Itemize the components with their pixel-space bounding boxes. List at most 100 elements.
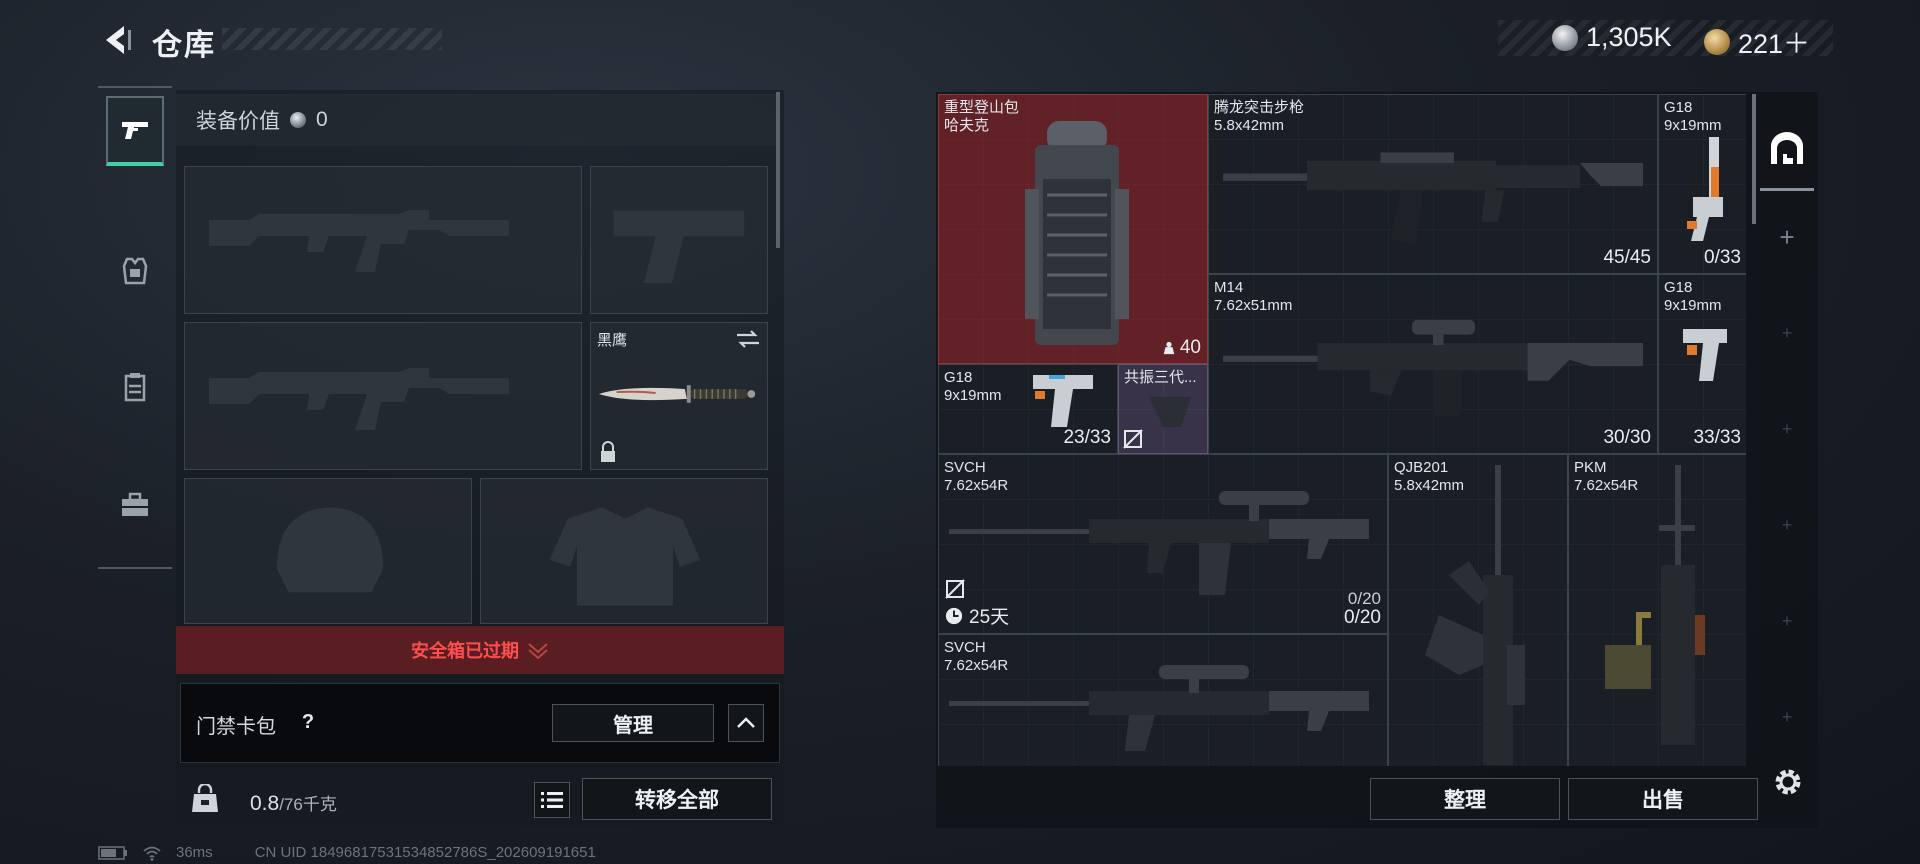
back-arrow-icon[interactable] [98,22,134,58]
item-count: 40 [1162,337,1201,359]
swap-icon[interactable] [735,329,761,349]
storage-tab-empty: + [1781,707,1793,727]
clock-icon [945,607,963,624]
silver-currency-value: 1,305K [1586,22,1672,52]
list-view-button[interactable] [534,782,570,818]
collapse-button[interactable] [728,704,764,742]
helmet-slot[interactable] [184,478,472,624]
item-count-value: 40 [1179,337,1201,358]
loadout-scrollbar[interactable] [776,92,780,248]
sniper-rifle-icon [949,491,1369,595]
item-count: 0/33 [1704,247,1741,268]
storage-item-g18[interactable]: G18 9x19mm 33/33 [1658,274,1746,454]
primary-weapon-slot-2[interactable] [184,322,582,470]
status-bar: 36ms CN UID 18496817531534852786S_202609… [98,844,596,861]
storage-item-svch[interactable]: SVCH 7.62x54R [938,634,1388,766]
gold-coin-icon [1704,28,1730,55]
storage-scrollbar[interactable] [1752,94,1756,224]
storage-item-g18[interactable]: G18 9x19mm 0/33 [1658,94,1746,274]
item-count: 33/33 [1693,427,1741,448]
body-armor-slot[interactable] [480,478,768,624]
primary-weapon-slot-1[interactable] [184,166,582,314]
chevron-down-icon [528,643,548,659]
rental-timer: 25天 [945,602,1009,629]
safebox-status: 安全箱已过期 [411,641,519,661]
nav-frame-top [98,86,172,88]
gear-icon[interactable] [1770,764,1806,800]
melee-slot[interactable]: 黑鹰 [590,322,768,470]
sniper-rifle-icon [949,665,1369,751]
sidearm-slot[interactable] [590,166,768,314]
item-name: 重型登山包 哈夫克 [944,99,1020,134]
manage-button[interactable]: 管理 [552,704,714,742]
item-count: 45/45 [1603,247,1651,268]
storage-tab-empty: + [1781,611,1793,631]
storage-item-backpack[interactable]: 重型登山包 哈夫克 40 [938,94,1208,364]
sort-button[interactable]: 整理 [1370,778,1560,820]
no-insure-icon [945,579,965,599]
uid-text: CN UID 18496817531534852786S_20260919165… [254,844,596,861]
title-decoration [222,28,442,50]
silver-coin-icon [1552,24,1578,51]
storage-item-qjb201[interactable]: QJB201 5.8x42mm [1388,454,1568,766]
storage-item-g18[interactable]: G18 9x19mm 23/33 [938,364,1118,454]
nav-frame-bottom [98,567,172,569]
melee-name: 黑鹰 [597,332,628,349]
backpack-weight-icon [192,784,218,812]
ping-value: 36ms [176,844,213,861]
ammo-capacity: 0/20 [1347,589,1381,608]
wifi-icon [143,846,161,861]
chevron-up-icon [737,717,755,728]
storage-tab-empty: + [1781,323,1793,343]
add-storage-tab-button[interactable]: + [1774,224,1800,250]
equipment-value: 0 [316,108,328,131]
storage-item-tenglong-rifle[interactable]: 腾龙突击步枪 5.8x42mm 45/45 [1208,94,1658,274]
item-name: G18 9x19mm [1664,99,1722,134]
storage-item-pkm[interactable]: PKM 7.62x54R [1568,454,1746,766]
item-name: G18 9x19mm [944,369,1002,404]
weight-icon [1163,341,1175,355]
rifle-silhouette-icon [209,368,509,430]
silver-currency[interactable]: 1,305K [1552,22,1672,53]
item-count: 23/33 [1063,427,1111,448]
knife-icon [598,385,756,403]
pistol-icon [1033,375,1093,427]
gold-currency[interactable]: 221＋ [1704,22,1810,61]
lock-icon [601,441,615,462]
pistol-icon [122,122,148,139]
no-insure-icon [1123,429,1143,449]
storage-item-grip[interactable]: 共振三代... [1118,364,1208,454]
pistol-silhouette-icon [613,210,745,283]
nav-tab-rig[interactable] [106,352,164,422]
carry-weight-value: 0.8 [250,792,280,815]
storage-item-m14[interactable]: M14 7.62x51mm 30/30 [1208,274,1658,454]
pistol-icon [1683,329,1727,381]
storage-grid: 重型登山包 哈夫克 40 腾龙突击步枪 5.8x42mm 45/45 G18 9… [938,94,1746,766]
help-icon[interactable]: ? [296,710,320,734]
assault-rifle-icon [1223,152,1643,245]
storage-tab-main[interactable] [1760,108,1814,188]
grip-attachment-icon [1149,397,1191,427]
item-count: 0/20 [1344,607,1381,628]
carry-weight: 0.8/76千克 [250,790,337,816]
item-name: G18 9x19mm [1664,279,1722,314]
nav-tab-armor[interactable] [106,236,164,306]
nav-tab-toolbox[interactable] [106,470,164,540]
toolbox-icon [122,492,148,516]
safebox-expired-banner[interactable]: 安全箱已过期 [176,626,784,674]
rifle-silhouette-icon [209,210,509,272]
chest-rig-icon [124,373,146,402]
page-title: 仓库 [152,29,216,62]
rental-days: 25天 [969,607,1010,628]
list-icon [541,792,563,808]
carry-weight-capacity: /76千克 [279,795,337,814]
storage-tab-empty: + [1781,419,1793,439]
armor-vest-icon [122,257,148,285]
sell-button[interactable]: 出售 [1568,778,1758,820]
storage-item-svch[interactable]: SVCH 7.62x54R 25天 0/20 0/20 [938,454,1388,634]
storage-tab-indicator [1760,188,1814,191]
transfer-all-button[interactable]: 转移全部 [582,778,772,820]
machine-gun-icon [1605,465,1705,745]
silver-coin-icon [290,112,306,128]
nav-tab-weapons[interactable] [106,96,164,166]
